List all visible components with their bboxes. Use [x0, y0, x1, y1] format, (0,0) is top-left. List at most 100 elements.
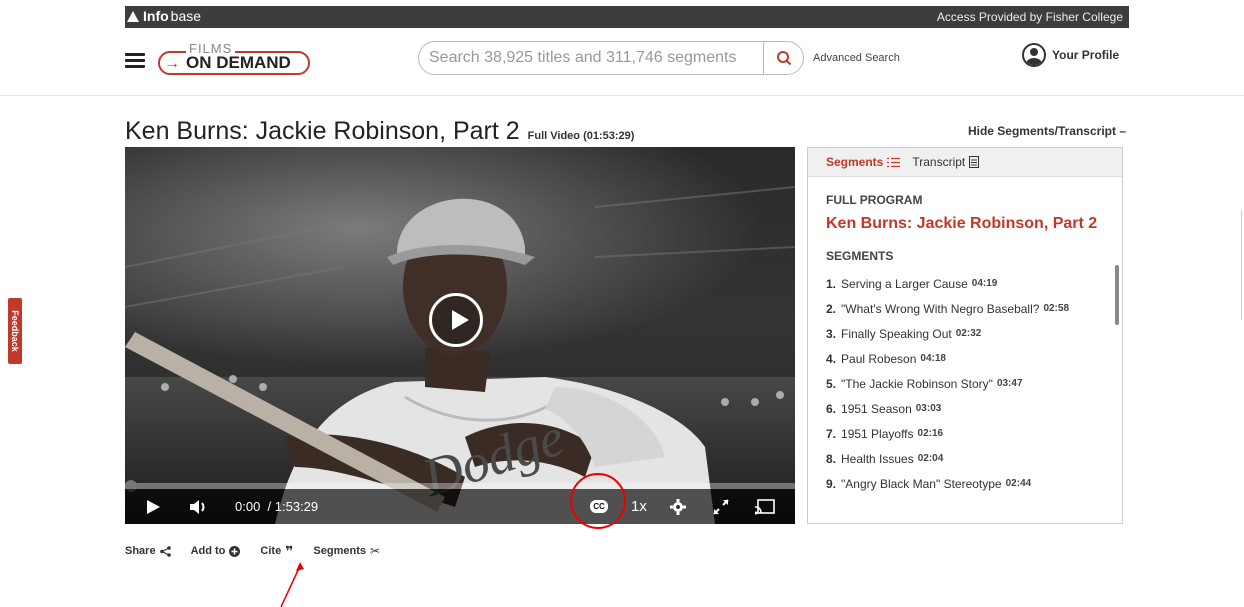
- segment-item[interactable]: 7. 1951 Playoffs 02:16: [826, 421, 1116, 446]
- hide-segments-transcript-toggle[interactable]: Hide Segments/Transcript –: [968, 124, 1126, 138]
- cite-button[interactable]: Cite ❞: [260, 544, 293, 558]
- total-duration: / 1:53:29: [267, 499, 319, 514]
- tab-segments[interactable]: Segments: [826, 155, 901, 169]
- segment-number: 9.: [826, 476, 837, 491]
- video-actions: Share Add to Cite ❞ Segments ✂: [125, 544, 380, 558]
- fullscreen-button[interactable]: [713, 489, 729, 524]
- search-bar: [418, 41, 804, 75]
- segment-duration: 02:58: [1043, 303, 1070, 314]
- segment-duration: 02:16: [917, 428, 944, 439]
- segments-heading: SEGMENTS: [826, 249, 894, 263]
- cast-icon: [755, 498, 775, 514]
- play-button[interactable]: [145, 489, 161, 524]
- segment-duration: 03:47: [996, 378, 1023, 389]
- segments-clip-button[interactable]: Segments ✂: [313, 544, 380, 558]
- quote-icon: ❞: [285, 543, 294, 559]
- add-to-label: Add to: [190, 545, 226, 557]
- tab-transcript[interactable]: Transcript: [912, 155, 980, 169]
- full-video-duration: Full Video (01:53:29): [527, 130, 635, 142]
- expand-icon: [713, 498, 729, 515]
- closed-captions-button[interactable]: CC: [590, 489, 608, 524]
- cc-icon: CC: [590, 500, 608, 513]
- volume-button[interactable]: [189, 489, 209, 524]
- logo-demand-text: ON DEMAND: [186, 53, 291, 72]
- segment-duration: 03:03: [915, 403, 942, 414]
- feedback-label: Feedback: [10, 310, 20, 352]
- share-button[interactable]: Share: [125, 544, 171, 558]
- brand-light-text: base: [170, 8, 202, 24]
- segment-list: 1. Serving a Larger Cause 04:19 2. "What's …: [826, 271, 1116, 511]
- segment-item[interactable]: 6. 1951 Season 03:03: [826, 396, 1116, 421]
- infobase-logo[interactable]: Info base: [127, 8, 201, 24]
- hamburger-menu-icon[interactable]: [125, 53, 145, 69]
- segment-number: 4.: [826, 351, 837, 366]
- segment-title: "Angry Black Man" Stereotype: [841, 476, 1002, 491]
- infobase-logo-icon: [127, 10, 139, 22]
- feedback-tab[interactable]: Feedback: [8, 298, 22, 364]
- full-program-label: FULL PROGRAM: [826, 193, 923, 207]
- segment-number: 8.: [826, 451, 837, 466]
- brand-bold-text: Info: [143, 8, 169, 24]
- playback-speed-button[interactable]: 1x: [631, 489, 647, 524]
- segment-item[interactable]: 3. Finally Speaking Out 02:32: [826, 321, 1116, 346]
- page-title: Ken Burns: Jackie Robinson, Part 2: [125, 117, 520, 145]
- segment-duration: 02:44: [1005, 478, 1032, 489]
- segment-number: 1.: [826, 276, 837, 291]
- segment-title: "What's Wrong With Negro Baseball?: [841, 301, 1040, 316]
- segment-item[interactable]: 4. Paul Robeson 04:18: [826, 346, 1116, 371]
- volume-icon: [190, 499, 205, 514]
- search-button[interactable]: [763, 42, 803, 74]
- search-input[interactable]: [419, 42, 763, 74]
- segment-duration: 04:18: [920, 353, 946, 364]
- plus-circle-icon: [229, 545, 241, 557]
- segment-number: 3.: [826, 326, 837, 341]
- your-profile-button[interactable]: Your Profile: [1022, 43, 1119, 67]
- segment-item[interactable]: 8. Health Issues 02:04: [826, 446, 1116, 471]
- avatar-icon: [1022, 43, 1046, 67]
- segment-title: 1951 Playoffs: [841, 426, 914, 441]
- video-controls-bar: 0:00 / 1:53:29 CC 1x: [125, 489, 795, 524]
- time-readout: 0:00 / 1:53:29: [235, 489, 318, 524]
- scissors-icon: ✂: [369, 544, 381, 558]
- settings-button[interactable]: [670, 489, 686, 524]
- segment-title: Health Issues: [841, 451, 914, 466]
- segments-panel: Segments Transcript FULL PROGRAM Ken Bur…: [807, 147, 1123, 524]
- segment-item[interactable]: 2. "What's Wrong With Negro Baseball? 02:5…: [826, 296, 1116, 321]
- segment-item[interactable]: 9. "Angry Black Man" Stereotype 02:44: [826, 471, 1116, 496]
- search-icon: [776, 51, 791, 66]
- segment-title: Serving a Larger Cause: [841, 276, 968, 291]
- segment-item[interactable]: 1. Serving a Larger Cause 04:19: [826, 271, 1116, 296]
- segments-action-label: Segments: [313, 545, 366, 557]
- advanced-search-link[interactable]: Advanced Search: [813, 52, 900, 64]
- play-icon: [147, 499, 160, 514]
- segment-duration: 02:04: [917, 453, 944, 464]
- cast-button[interactable]: [755, 489, 775, 524]
- segment-list-scrollbar[interactable]: [1115, 265, 1119, 325]
- tab-transcript-label: Transcript: [912, 155, 966, 169]
- add-to-button[interactable]: Add to: [191, 544, 241, 558]
- list-icon: [887, 157, 901, 167]
- document-icon: [969, 156, 980, 168]
- films-on-demand-logo[interactable]: FILMS → ON DEMAND: [158, 41, 310, 77]
- segment-duration: 04:19: [971, 278, 998, 289]
- segment-title: "The Jackie Robinson Story": [841, 376, 993, 391]
- title-row: Ken Burns: Jackie Robinson, Part 2 Full …: [125, 117, 634, 146]
- segment-title: Paul Robeson: [841, 351, 917, 366]
- current-time: 0:00: [235, 499, 261, 514]
- share-icon: [159, 545, 171, 557]
- profile-label: Your Profile: [1052, 48, 1120, 62]
- panel-tabs: Segments Transcript: [808, 148, 1122, 177]
- video-player[interactable]: Dodge 0:00 / 1:53:29 CC 1x: [125, 147, 795, 524]
- cite-label: Cite: [260, 545, 282, 557]
- page-scrollbar-edge: [1241, 210, 1242, 320]
- segment-number: 6.: [826, 401, 837, 416]
- segment-item[interactable]: 5. "The Jackie Robinson Story" 03:47: [826, 371, 1116, 396]
- program-title-link[interactable]: Ken Burns: Jackie Robinson, Part 2: [826, 215, 1097, 233]
- segment-number: 2.: [826, 301, 837, 316]
- segment-duration: 02:32: [955, 328, 982, 339]
- play-overlay-button[interactable]: [429, 293, 483, 347]
- segment-number: 7.: [826, 426, 837, 441]
- segment-title: 1951 Season: [841, 401, 912, 416]
- top-brand-bar: Info base Access Provided by Fisher Colle…: [125, 6, 1129, 28]
- segment-number: 5.: [826, 376, 837, 391]
